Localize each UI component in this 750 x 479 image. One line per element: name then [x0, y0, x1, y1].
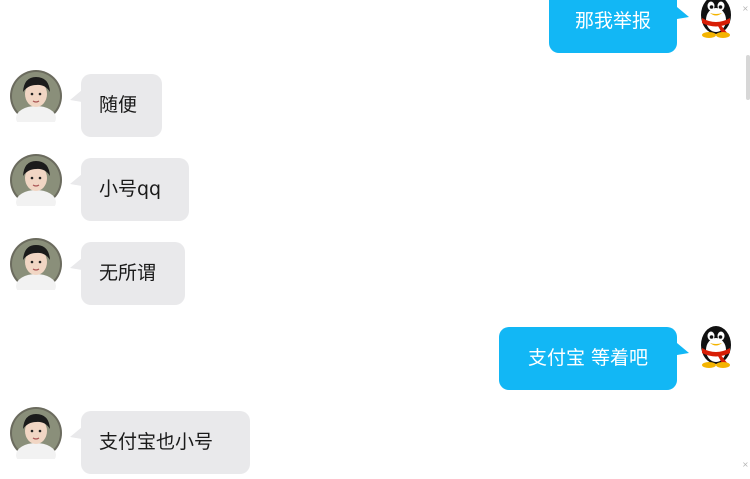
user-photo-icon: [10, 154, 62, 206]
user-photo-icon: [10, 407, 62, 459]
resize-mark-icon: ×: [742, 4, 749, 13]
scrollbar[interactable]: [746, 55, 750, 100]
bubble-tail: [677, 7, 689, 19]
user-photo-icon: [10, 238, 62, 290]
penguin-icon: [701, 0, 731, 38]
message-bubble-sent[interactable]: 支付宝 等着吧: [499, 327, 677, 390]
user-photo-avatar[interactable]: [10, 407, 62, 459]
user-photo-avatar[interactable]: [10, 154, 62, 206]
user-photo-icon: [10, 70, 62, 122]
penguin-icon: [701, 326, 731, 368]
message-bubble-sent[interactable]: 那我举报: [549, 0, 677, 53]
qq-penguin-avatar[interactable]: [690, 0, 742, 40]
message-bubble-received[interactable]: 无所谓: [81, 242, 185, 305]
message-bubble-received[interactable]: 随便: [81, 74, 162, 137]
qq-penguin-avatar[interactable]: [690, 318, 742, 370]
chat-window: 那我举报 随便 小号qq 无所谓 支付宝 等着吧 支付宝也小号 × ×: [0, 0, 750, 479]
user-photo-avatar[interactable]: [10, 238, 62, 290]
message-bubble-received[interactable]: 小号qq: [81, 158, 189, 221]
resize-mark-icon: ×: [742, 460, 749, 469]
bubble-tail: [677, 343, 689, 355]
user-photo-avatar[interactable]: [10, 70, 62, 122]
message-bubble-received[interactable]: 支付宝也小号: [81, 411, 250, 474]
